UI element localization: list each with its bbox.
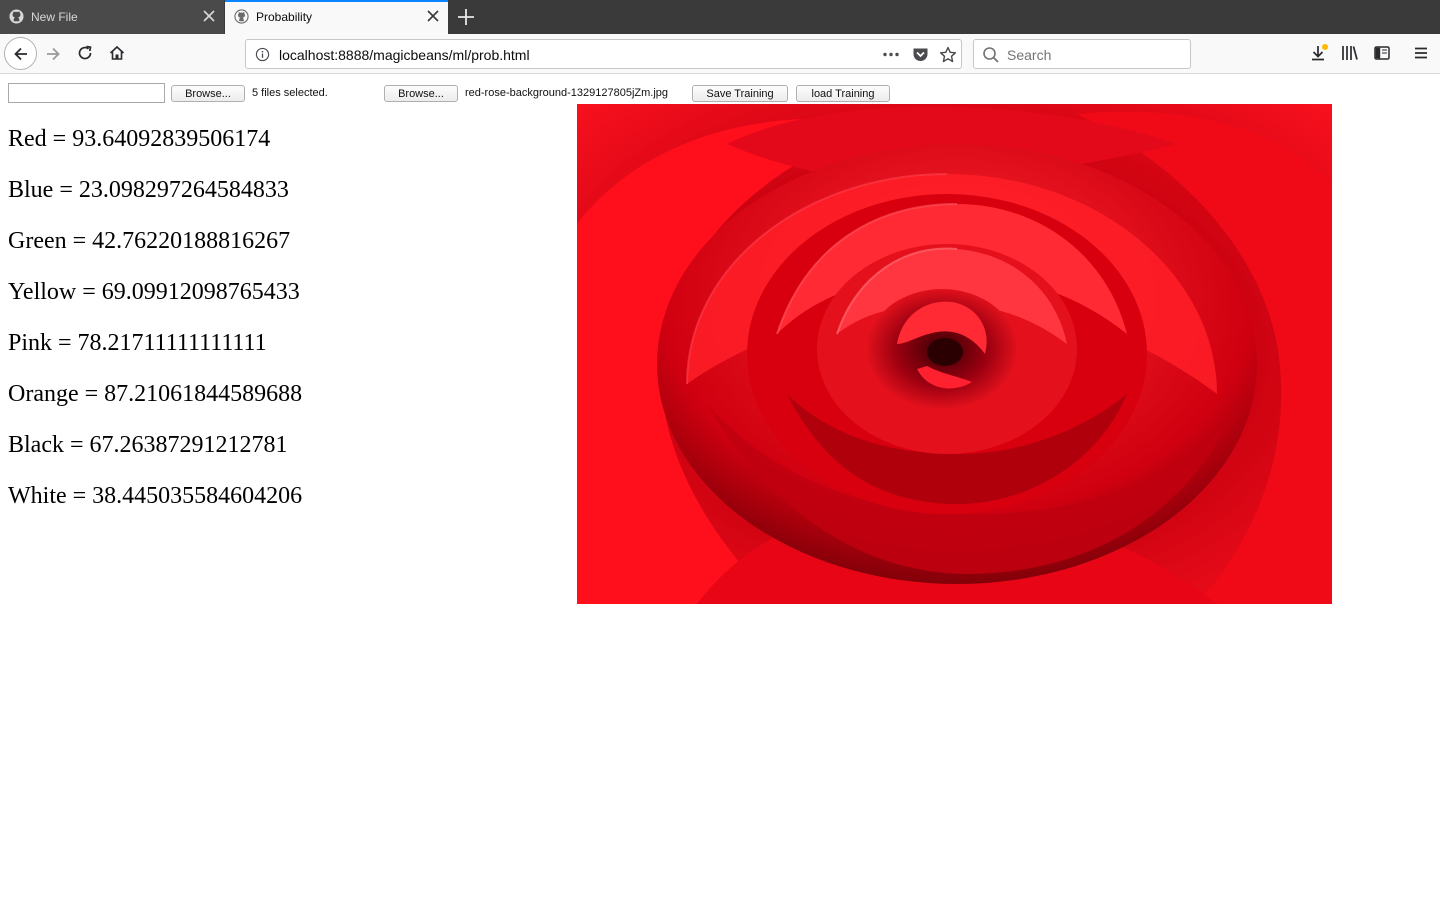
github-icon bbox=[9, 9, 24, 24]
result-red: Red = 93.64092839506174 bbox=[8, 126, 271, 152]
tab-label: Probability bbox=[256, 10, 313, 24]
forward-button[interactable] bbox=[39, 40, 67, 68]
downloads-button[interactable] bbox=[1305, 39, 1333, 67]
home-button[interactable] bbox=[103, 39, 131, 67]
download-icon bbox=[1312, 44, 1328, 61]
browse-button-training[interactable]: Browse... bbox=[171, 85, 245, 102]
page-controls: Browse... 5 files selected. Browse... re… bbox=[0, 82, 1440, 104]
pocket-icon[interactable] bbox=[912, 46, 929, 63]
tab-strip: New File Probability bbox=[0, 0, 1440, 34]
navigation-bar: localhost:8888/magicbeans/ml/prob.html S… bbox=[0, 34, 1440, 74]
rose-illustration bbox=[577, 104, 1332, 604]
text-input[interactable] bbox=[8, 83, 165, 103]
tab-label: New File bbox=[31, 10, 78, 24]
close-icon[interactable] bbox=[202, 9, 216, 23]
star-icon[interactable] bbox=[939, 46, 957, 64]
result-yellow: Yellow = 69.09912098765433 bbox=[8, 279, 300, 305]
reload-button[interactable] bbox=[71, 39, 99, 67]
search-input[interactable]: Search bbox=[1007, 47, 1051, 63]
save-training-button[interactable]: Save Training bbox=[692, 85, 788, 102]
url-text[interactable]: localhost:8888/magicbeans/ml/prob.html bbox=[279, 47, 530, 63]
library-icon bbox=[1342, 46, 1358, 60]
search-icon bbox=[983, 47, 999, 63]
arrow-right-icon bbox=[47, 47, 60, 61]
more-icon[interactable] bbox=[882, 47, 900, 62]
reload-icon bbox=[78, 45, 92, 60]
sidebar-icon bbox=[1374, 46, 1390, 60]
result-white: White = 38.445035584604206 bbox=[8, 483, 303, 509]
load-training-button[interactable]: load Training bbox=[796, 85, 890, 102]
address-bar[interactable]: localhost:8888/magicbeans/ml/prob.html bbox=[245, 39, 962, 69]
tab-probability[interactable]: Probability bbox=[225, 0, 448, 34]
menu-button[interactable] bbox=[1407, 39, 1435, 67]
probability-results: Red = 93.64092839506174 Blue = 23.098297… bbox=[8, 124, 302, 532]
result-pink: Pink = 78.21711111111111 bbox=[8, 330, 267, 356]
github-icon bbox=[234, 9, 249, 24]
browse-button-image[interactable]: Browse... bbox=[384, 85, 458, 102]
result-green: Green = 42.76220188816267 bbox=[8, 228, 291, 254]
hamburger-menu-icon bbox=[1415, 47, 1427, 59]
files-selected-label: 5 files selected. bbox=[252, 87, 328, 99]
result-black: Black = 67.26387291212781 bbox=[8, 432, 288, 458]
result-orange: Orange = 87.21061844589688 bbox=[8, 381, 303, 407]
search-bar[interactable]: Search bbox=[973, 39, 1191, 69]
arrow-left-icon bbox=[13, 47, 27, 60]
new-tab-icon[interactable] bbox=[455, 6, 477, 28]
back-button[interactable] bbox=[4, 37, 37, 70]
close-icon[interactable] bbox=[426, 9, 440, 23]
rose-image bbox=[577, 104, 1332, 604]
info-icon[interactable] bbox=[255, 47, 270, 62]
tab-new-file[interactable]: New File bbox=[0, 0, 224, 34]
selected-file-name: red-rose-background-1329127805jZm.jpg bbox=[465, 87, 669, 99]
result-blue: Blue = 23.098297264584833 bbox=[8, 177, 289, 203]
sidebar-button[interactable] bbox=[1368, 39, 1396, 67]
home-icon bbox=[109, 45, 125, 60]
library-button[interactable] bbox=[1336, 39, 1364, 67]
